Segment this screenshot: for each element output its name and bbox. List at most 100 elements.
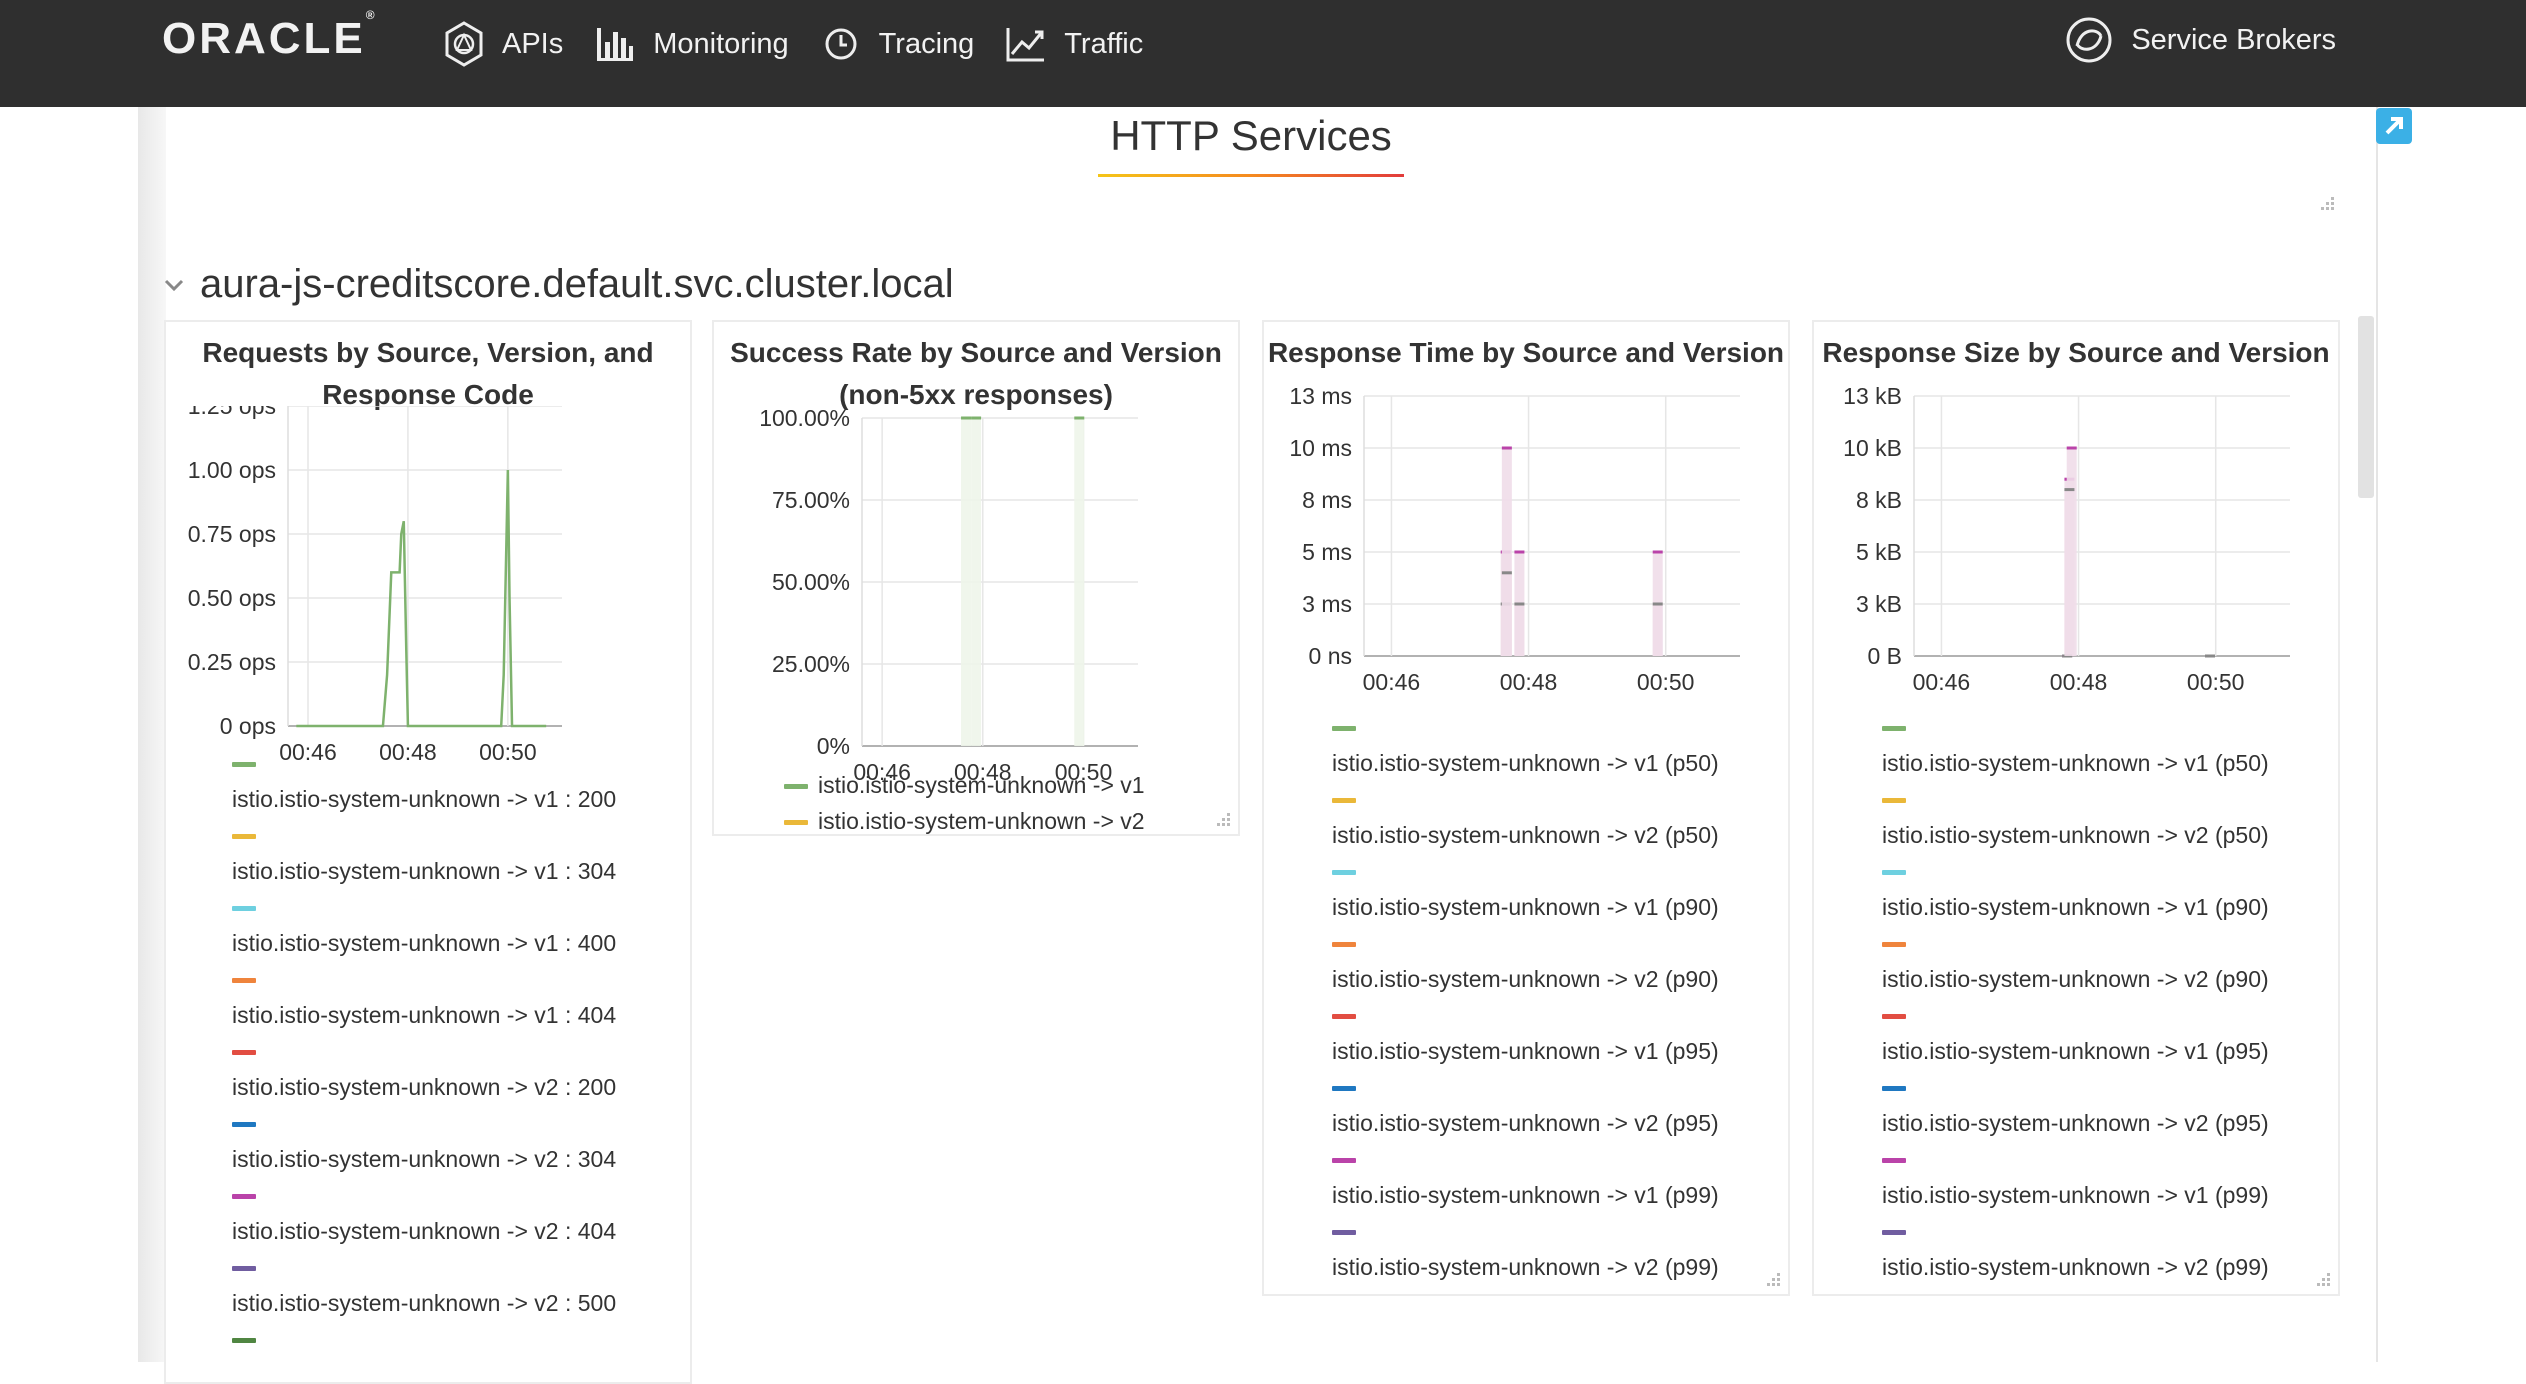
legend-item[interactable]: istio.istio-system-unknown -> v1 (p95) — [1882, 1038, 2269, 1065]
legend-item[interactable]: istio.istio-system-unknown -> v1 (p95) — [1332, 1038, 1719, 1065]
legend-item[interactable]: istio.istio-system-unknown -> v1 (p90) — [1882, 894, 2269, 921]
legend-item[interactable]: istio.istio-system-unknown -> v2 : 404 — [232, 1218, 616, 1245]
resize-grip-icon[interactable] — [1214, 812, 1232, 830]
success-rate-chart[interactable]: 0%25.00%50.00%75.00%100.00%00:46 00:48 00:… — [714, 406, 1238, 826]
legend-item[interactable]: istio.istio-system-unknown -> v1 (p99) — [1882, 1182, 2269, 1209]
data-bar — [1074, 418, 1085, 746]
y-tick-label: 100.00% — [759, 406, 850, 431]
nav-traffic[interactable]: Traffic — [1002, 20, 1143, 68]
legend-item[interactable]: istio.istio-system-unknown -> v2 (p99) — [1882, 1254, 2269, 1281]
data-bar — [971, 418, 982, 746]
oracle-logo[interactable]: ORACLE® — [162, 8, 375, 64]
service-brokers-icon — [2063, 14, 2115, 66]
y-tick-label: 0.25 ops — [188, 649, 276, 675]
legend-item[interactable]: istio.istio-system-unknown -> v2 (p90) — [1332, 966, 1719, 993]
y-tick-label: 0.50 ops — [188, 585, 276, 611]
legend-swatch — [1332, 1230, 1356, 1235]
legend-item[interactable]: istio.istio-system-unknown -> v1 : 400 — [232, 930, 616, 957]
legend-item[interactable]: istio.istio-system-unknown -> v1 — [818, 772, 1145, 799]
legend-swatch — [232, 834, 256, 839]
y-tick-label: 0 ops — [220, 713, 276, 739]
legend-swatch — [1882, 1158, 1906, 1163]
legend-swatch — [1882, 798, 1906, 803]
legend-swatch — [1332, 870, 1356, 875]
main-nav: APIs Monitoring Tracing Traffic — [440, 18, 1171, 70]
y-tick-label: 0% — [817, 733, 850, 759]
legend-swatch — [232, 1122, 256, 1127]
service-brokers-link[interactable]: Service Brokers — [2063, 14, 2336, 66]
nav-apis-label: APIs — [502, 27, 564, 60]
legend-item[interactable]: istio.istio-system-unknown -> v2 — [818, 808, 1145, 835]
legend-swatch — [232, 978, 256, 983]
legend-swatch — [1332, 1086, 1356, 1091]
x-tick-label: 00:46 — [1363, 669, 1421, 695]
legend-item[interactable]: istio.istio-system-unknown -> v2 (p90) — [1882, 966, 2269, 993]
legend-item[interactable]: istio.istio-system-unknown -> v1 (p90) — [1332, 894, 1719, 921]
response-time-chart[interactable]: 0 ns 3 ms 5 ms 8 ms 10 ms 13 ms 00:46 00:48 00:5… — [1264, 372, 1788, 752]
legend-swatch — [1882, 1230, 1906, 1235]
x-tick-label: 00:48 — [2050, 669, 2108, 695]
legend-item[interactable]: istio.istio-system-unknown -> v2 (p50) — [1332, 822, 1719, 849]
chevron-down-icon — [164, 279, 184, 291]
legend-item[interactable]: istio.istio-system-unknown -> v1 : 200 — [232, 786, 616, 813]
api-icon — [440, 20, 488, 68]
data-bar — [2064, 489, 2075, 656]
legend-item[interactable]: istio.istio-system-unknown -> v2 (p99) — [1332, 1254, 1719, 1281]
legend-item[interactable]: istio.istio-system-unknown -> v2 : 304 — [232, 1146, 616, 1173]
x-tick-label: 00:48 — [1500, 669, 1558, 695]
legend-item[interactable]: istio.istio-system-unknown -> v1 : 404 — [232, 1002, 616, 1029]
legend-swatch — [1882, 942, 1906, 947]
legend-swatch — [232, 1266, 256, 1271]
line-chart-icon — [1002, 20, 1050, 68]
x-tick-label: 00:48 — [379, 739, 437, 765]
y-tick-label: 10 kB — [1843, 435, 1902, 461]
panel-response-time: Response Time by Source and Version 0 ns… — [1262, 320, 1790, 1296]
panel-requests: Requests by Source, Version, and Respons… — [164, 320, 692, 1384]
expand-button[interactable] — [2376, 108, 2412, 144]
legend-item[interactable]: istio.istio-system-unknown -> v2 (p95) — [1332, 1110, 1719, 1137]
legend-item[interactable]: istio.istio-system-unknown -> v2 (p95) — [1882, 1110, 2269, 1137]
legend-swatch — [232, 1338, 256, 1343]
legend-item[interactable]: istio.istio-system-unknown -> v1 : 304 — [232, 858, 616, 885]
data-bar — [1501, 572, 1512, 656]
y-tick-label: 0 B — [1867, 643, 1902, 669]
legend-swatch — [232, 1194, 256, 1199]
legend-item[interactable]: istio.istio-system-unknown -> v1 (p50) — [1332, 750, 1719, 777]
scrollbar-thumb[interactable] — [2358, 316, 2374, 498]
panel-success-title-line1: Success Rate by Source and Version — [730, 337, 1222, 368]
legend-item[interactable]: istio.istio-system-unknown -> v2 (p50) — [1882, 822, 2269, 849]
y-tick-label: 5 kB — [1856, 539, 1902, 565]
panel-requests-title: Requests by Source, Version, and Respons… — [166, 332, 690, 416]
clock-icon — [817, 20, 865, 68]
legend-swatch — [1332, 1014, 1356, 1019]
resize-grip-icon[interactable] — [2318, 196, 2336, 214]
service-brokers-label: Service Brokers — [2131, 23, 2336, 56]
title-underline — [1098, 174, 1404, 177]
y-tick-label: 75.00% — [772, 487, 850, 513]
nav-monitoring[interactable]: Monitoring — [591, 20, 789, 68]
nav-apis[interactable]: APIs — [440, 20, 563, 68]
legend-swatch — [1332, 726, 1356, 731]
y-tick-label: 8 ms — [1302, 487, 1352, 513]
y-tick-label: 13 kB — [1843, 383, 1902, 409]
y-tick-label: 5 ms — [1302, 539, 1352, 565]
row-toggle[interactable]: aura-js-creditscore.default.svc.cluster.… — [162, 262, 954, 307]
legend-item[interactable]: istio.istio-system-unknown -> v2 : 500 — [232, 1290, 616, 1317]
response-size-chart[interactable]: 0 B 3 kB 5 kB 8 kB 10 kB 13 kB 00:46 00:48 00:50 — [1814, 372, 2338, 752]
legend-item[interactable]: istio.istio-system-unknown -> v2 : 200 — [232, 1074, 616, 1101]
page-title: HTTP Services — [1110, 112, 1392, 159]
y-tick-label: 8 kB — [1856, 487, 1902, 513]
panel-success-rate: Success Rate by Source and Version (non-… — [712, 320, 1240, 836]
y-tick-label: 3 ms — [1302, 591, 1352, 617]
x-tick-label: 00:50 — [1637, 669, 1695, 695]
nav-tracing[interactable]: Tracing — [817, 20, 974, 68]
resize-grip-icon[interactable] — [2314, 1272, 2332, 1290]
legend-item[interactable]: istio.istio-system-unknown -> v1 (p50) — [1882, 750, 2269, 777]
legend-item[interactable]: istio.istio-system-unknown -> v1 (p99) — [1332, 1182, 1719, 1209]
y-tick-label: 1.25 ops — [188, 406, 276, 419]
y-tick-label: 13 ms — [1289, 383, 1352, 409]
legend-swatch — [1332, 942, 1356, 947]
top-navigation-bar: ORACLE® APIs Monitoring Tracing Traffic — [0, 0, 2526, 107]
data-bar — [1514, 604, 1525, 656]
resize-grip-icon[interactable] — [1764, 1272, 1782, 1290]
